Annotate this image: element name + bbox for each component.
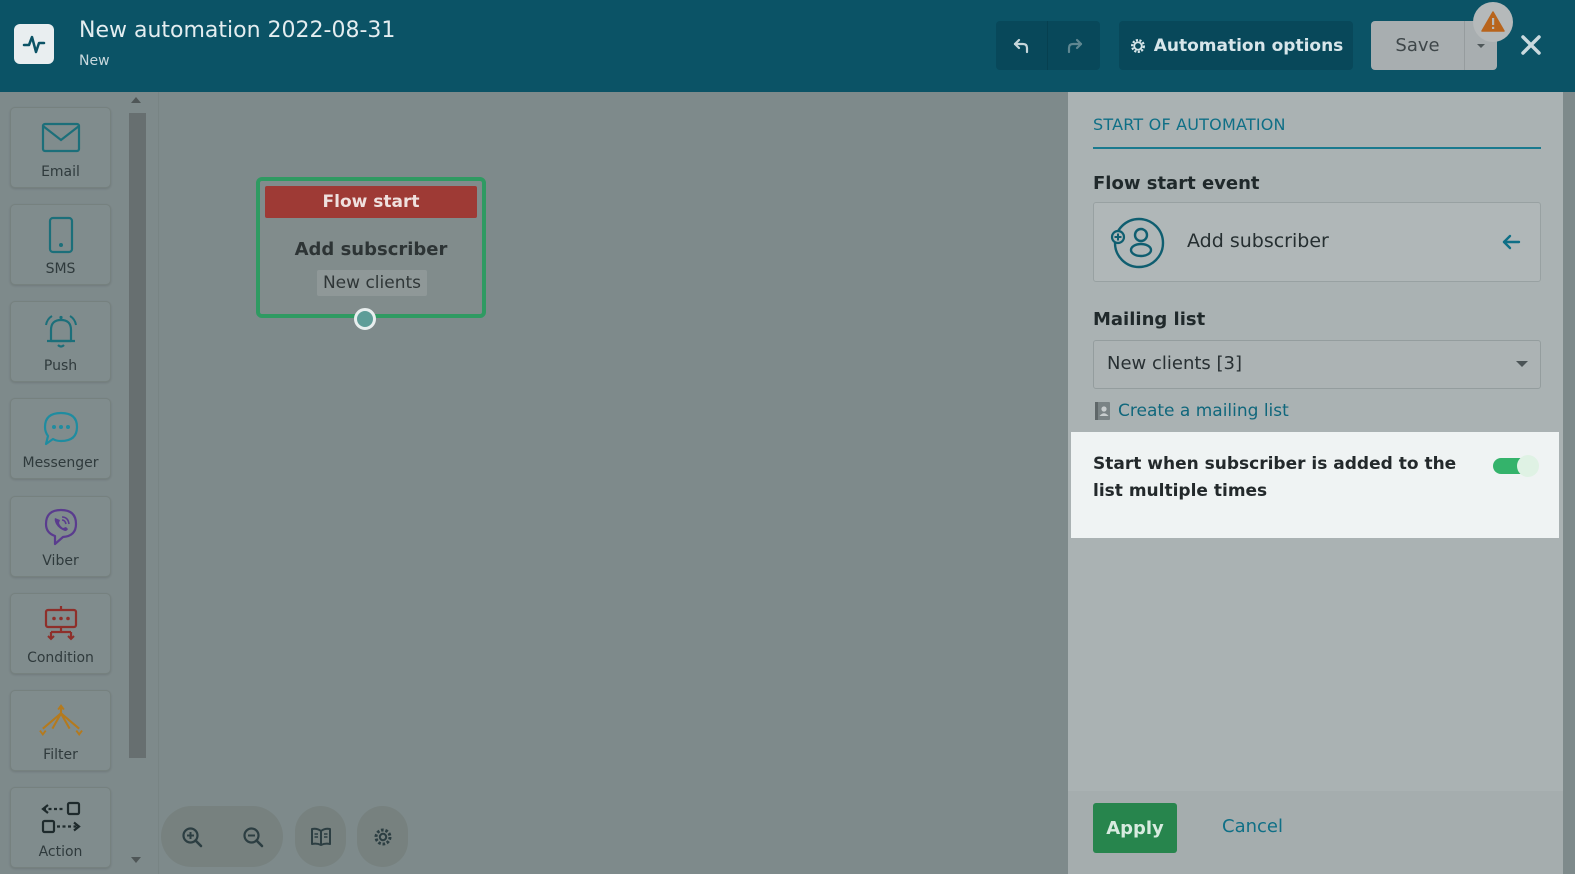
- warning-icon: [1481, 11, 1505, 32]
- chevron-down-icon: [1516, 361, 1528, 367]
- tool-viber[interactable]: Viber: [10, 496, 111, 577]
- node-output-port[interactable]: [354, 308, 376, 330]
- scroll-up-arrow-icon[interactable]: [131, 97, 141, 103]
- add-subscriber-icon: [1108, 217, 1166, 269]
- flow-start-event-value: Add subscriber: [1187, 230, 1329, 252]
- gear-icon: [374, 828, 391, 845]
- flow-start-node-header: Flow start: [265, 186, 477, 218]
- automation-options-label: Automation options: [1153, 35, 1344, 56]
- mailing-list-select[interactable]: New clients [3]: [1093, 340, 1541, 389]
- warning-badge[interactable]: [1473, 2, 1513, 42]
- zoom-in-icon: [181, 826, 202, 847]
- palette-scrollbar-thumb[interactable]: [129, 113, 146, 758]
- condition-icon: [39, 602, 83, 646]
- bell-icon: [39, 310, 83, 354]
- close-icon: [1521, 35, 1541, 55]
- tool-messenger[interactable]: Messenger: [10, 398, 111, 479]
- repeat-start-option: Start when subscriber is added to the li…: [1071, 432, 1559, 538]
- chat-bubble-icon: [39, 407, 83, 451]
- book-icon: [310, 827, 331, 846]
- save-button[interactable]: Save: [1371, 21, 1464, 70]
- mailing-list-selected-value: New clients [3]: [1107, 353, 1243, 374]
- zoom-in-button[interactable]: [161, 806, 222, 867]
- flow-start-node-event: Add subscriber: [294, 239, 448, 260]
- create-mailing-list-text: Create a mailing list: [1118, 401, 1289, 421]
- address-book-icon: [1095, 402, 1110, 420]
- tool-condition-label: Condition: [27, 650, 94, 666]
- flow-start-event-selector[interactable]: Add subscriber: [1093, 202, 1541, 282]
- automation-status: New: [79, 53, 110, 69]
- flow-start-event-label: Flow start event: [1093, 173, 1260, 194]
- tool-condition[interactable]: Condition: [10, 593, 111, 674]
- zoom-out-icon: [242, 826, 263, 847]
- tool-palette: Email SMS Push Messenger Viber Condition: [0, 92, 128, 874]
- mailing-list-label: Mailing list: [1093, 309, 1206, 330]
- gear-icon: [1130, 38, 1145, 53]
- tool-sms-label: SMS: [45, 261, 76, 277]
- redo-icon: [1067, 38, 1083, 53]
- envelope-icon: [39, 116, 83, 160]
- tool-filter-label: Filter: [43, 747, 78, 763]
- flow-start-node-list: New clients: [317, 270, 427, 296]
- automation-options-button[interactable]: Automation options: [1119, 21, 1353, 70]
- tool-email[interactable]: Email: [10, 107, 111, 188]
- cancel-button[interactable]: Cancel: [1222, 816, 1283, 837]
- tool-filter[interactable]: Filter: [10, 690, 111, 771]
- tool-messenger-label: Messenger: [22, 455, 99, 471]
- tool-push[interactable]: Push: [10, 301, 111, 382]
- zoom-controls: [161, 806, 283, 867]
- repeat-start-toggle[interactable]: [1493, 455, 1541, 477]
- help-book-button[interactable]: [295, 806, 346, 867]
- canvas-settings-button[interactable]: [357, 806, 408, 867]
- filter-icon: [38, 699, 83, 743]
- automation-title[interactable]: New automation 2022-08-31: [79, 18, 395, 43]
- viber-icon: [39, 505, 83, 549]
- create-mailing-list-link[interactable]: Create a mailing list: [1093, 401, 1289, 421]
- undo-button[interactable]: [996, 21, 1048, 70]
- panel-heading-underline: [1093, 147, 1541, 149]
- tool-viber-label: Viber: [42, 553, 79, 569]
- history-buttons: [996, 21, 1100, 70]
- panel-edge: [1563, 92, 1575, 874]
- apply-button[interactable]: Apply: [1093, 803, 1177, 853]
- panel-heading: START OF AUTOMATION: [1093, 115, 1286, 134]
- top-bar: New automation 2022-08-31 New Automation…: [0, 0, 1575, 92]
- tool-email-label: Email: [41, 164, 80, 180]
- chevron-down-icon: [1477, 43, 1485, 48]
- undo-icon: [1013, 38, 1028, 53]
- automation-logo-icon: [14, 24, 54, 64]
- tool-action[interactable]: Action: [10, 787, 111, 868]
- zoom-out-button[interactable]: [222, 806, 283, 867]
- flow-start-node[interactable]: Flow start Add subscriber New clients: [256, 177, 486, 318]
- scroll-down-arrow-icon[interactable]: [131, 857, 141, 863]
- action-icon: [39, 796, 83, 840]
- arrow-left-icon[interactable]: [1501, 232, 1521, 252]
- tool-push-label: Push: [43, 358, 78, 374]
- tool-sms[interactable]: SMS: [10, 204, 111, 285]
- phone-icon: [39, 213, 83, 257]
- repeat-start-label: Start when subscriber is added to the li…: [1093, 454, 1457, 501]
- toggle-knob: [1517, 455, 1539, 477]
- canvas-divider: [158, 92, 159, 874]
- close-button[interactable]: [1514, 28, 1548, 62]
- redo-button[interactable]: [1048, 21, 1100, 70]
- tool-action-label: Action: [38, 844, 83, 860]
